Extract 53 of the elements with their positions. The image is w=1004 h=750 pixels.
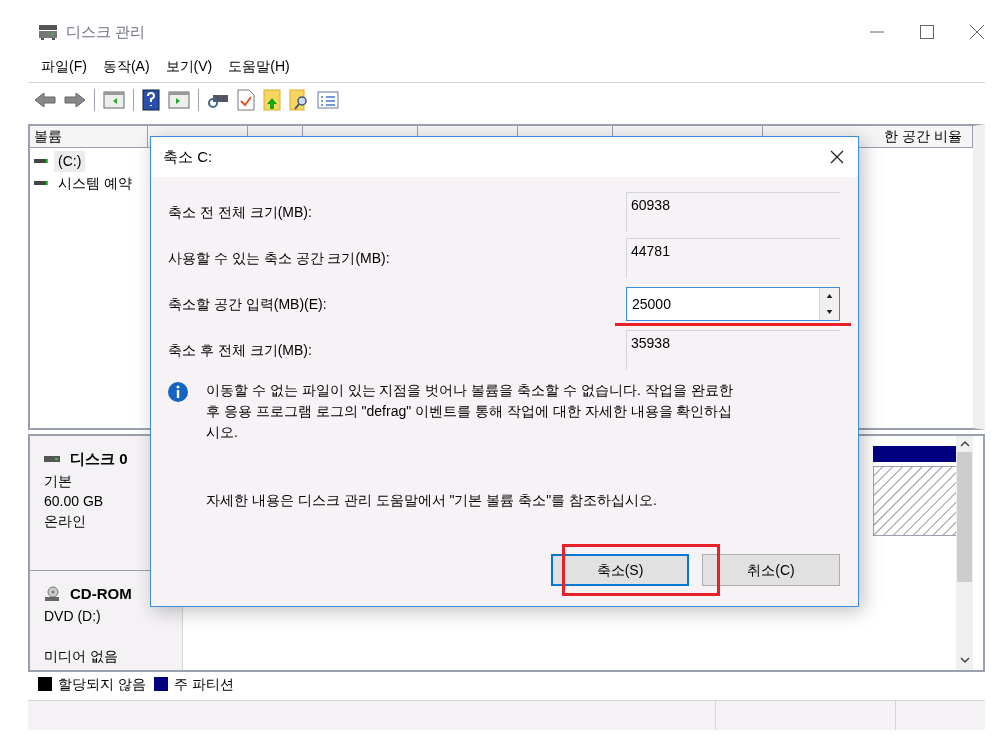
field-label: 축소 전 전체 크기(MB):	[168, 202, 312, 222]
info-message: 이동할 수 없는 파일이 있는 지점을 벗어나 볼륨을 축소할 수 없습니다. 작업을 완료한 후 응용 프로그램 로그의 "defrag" 이벤트를 통해 작업에 대한 자세한 내용을 확인하십시오.	[206, 381, 734, 442]
help-icon[interactable]	[142, 88, 160, 111]
menu-item[interactable]: 파일(F)	[40, 55, 88, 77]
list-icon[interactable]	[317, 90, 339, 109]
disk-info: 온라인	[44, 511, 87, 531]
panel-icon[interactable]	[103, 90, 125, 109]
field-label: 사용할 수 있는 축소 공간 크기(MB):	[168, 248, 390, 268]
info-icon	[168, 382, 188, 402]
volume-name[interactable]: 시스템 예약	[54, 172, 136, 194]
maximize-icon[interactable]	[919, 24, 935, 40]
volume-name[interactable]: (C:)	[54, 150, 86, 172]
value-field: 35938	[626, 330, 840, 370]
menu-item[interactable]: 도움말(H)	[227, 55, 291, 77]
menu-item[interactable]: 동작(A)	[101, 55, 151, 77]
scrollbar[interactable]	[956, 436, 973, 670]
field-label: 축소 후 전체 크기(MB):	[168, 340, 312, 360]
scroll-down-icon[interactable]	[959, 656, 970, 664]
back-arrow-icon[interactable]	[34, 90, 56, 109]
cancel-button[interactable]: 취소(C)	[702, 554, 840, 586]
legend-label: 할당되지 않음	[58, 674, 146, 694]
disk-info: DVD (D:)	[44, 606, 102, 626]
help-message: 자세한 내용은 디스크 관리 도움말에서 "기본 볼륨 축소"를 참조하십시오.	[206, 491, 658, 510]
disk-info: 기본	[44, 471, 73, 491]
menu-item[interactable]: 보기(V)	[164, 55, 214, 77]
value-field: 44781	[626, 238, 840, 278]
column-header[interactable]: 볼륨	[34, 126, 62, 147]
field-label: 축소할 공간 입력(MB)(E):	[168, 294, 327, 314]
forward-arrow-icon[interactable]	[64, 90, 86, 109]
value-field: 60938	[626, 192, 840, 232]
scroll-up-icon[interactable]	[959, 440, 970, 448]
panel-icon[interactable]	[168, 90, 190, 109]
folder-search-icon[interactable]	[289, 88, 309, 111]
close-icon[interactable]	[830, 150, 844, 164]
shrink-button[interactable]: 축소(S)	[551, 554, 689, 586]
disk-info: 미디어 없음	[44, 646, 119, 666]
cd-drive-icon	[44, 586, 60, 603]
spin-field[interactable]: 25000	[626, 287, 840, 321]
input-field[interactable]: 25000	[627, 288, 819, 320]
scrollbar-thumb[interactable]	[957, 452, 972, 582]
drive-icon	[44, 456, 60, 463]
checklist-icon[interactable]	[237, 88, 255, 111]
drive-icon	[34, 181, 48, 185]
column-header[interactable]: 한 공간 비율	[884, 126, 962, 147]
disk-name: 디스크 0	[70, 449, 128, 469]
legend-label: 주 파티션	[173, 674, 234, 694]
disk-name: CD-ROM	[70, 584, 132, 604]
drive-icon	[34, 159, 48, 163]
dialog-title: 축소 C:	[163, 146, 213, 167]
window-title: 디스크 관리	[66, 21, 146, 42]
disk-info: 60.00 GB	[44, 491, 105, 511]
folder-up-icon[interactable]	[263, 88, 281, 111]
drive-icon	[38, 24, 58, 40]
